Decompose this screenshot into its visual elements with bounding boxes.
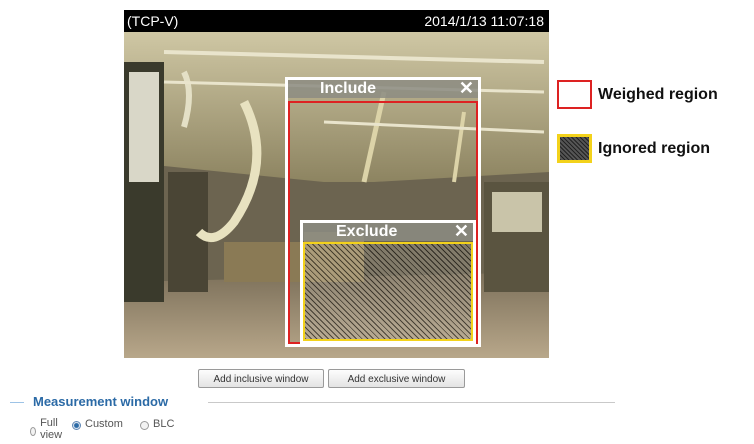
camera-title-bar: (TCP-V) 2014/1/13 11:07:18	[124, 10, 549, 32]
add-exclusive-window-button[interactable]: Add exclusive window	[328, 369, 465, 388]
section-dash	[10, 402, 24, 403]
camera-source-label: (TCP-V)	[127, 13, 179, 29]
exclude-window-header[interactable]: Exclude ✕	[303, 222, 473, 241]
radio-button[interactable]	[30, 426, 37, 436]
measurement-window-title: Measurement window	[33, 394, 169, 409]
radio-label: Full view	[40, 417, 63, 441]
ignored-swatch	[557, 134, 592, 163]
camera-timestamp: 2014/1/13 11:07:18	[424, 13, 544, 29]
radio-button[interactable]	[140, 421, 149, 430]
radio-button[interactable]	[72, 421, 81, 430]
legend-ignored: Ignored region	[557, 134, 710, 163]
legend-ignored-label: Ignored region	[598, 139, 710, 157]
measurement-window-section: Measurement window	[10, 393, 615, 411]
radio-label: Custom	[85, 417, 123, 430]
weighed-swatch	[557, 80, 592, 109]
ignored-region[interactable]	[303, 242, 473, 341]
close-icon[interactable]: ✕	[459, 79, 474, 97]
exclude-window[interactable]: Exclude ✕	[300, 220, 476, 344]
camera-view[interactable]: (TCP-V) 2014/1/13 11:07:18 Include ✕ Exc…	[124, 10, 549, 358]
include-window-label: Include	[320, 80, 377, 97]
radio-blc[interactable]: BLC	[140, 417, 174, 430]
exclude-window-label: Exclude	[336, 223, 398, 240]
close-icon[interactable]: ✕	[454, 222, 469, 240]
radio-label: BLC	[153, 417, 175, 430]
radio-full-view[interactable]: Full view	[30, 417, 65, 441]
radio-custom[interactable]: Custom	[72, 417, 123, 430]
legend-weighed: Weighed region	[557, 80, 718, 109]
section-divider	[208, 402, 615, 403]
add-inclusive-window-button[interactable]: Add inclusive window	[198, 369, 324, 388]
legend-weighed-label: Weighed region	[598, 85, 718, 103]
include-window-header[interactable]: Include ✕	[288, 79, 478, 98]
